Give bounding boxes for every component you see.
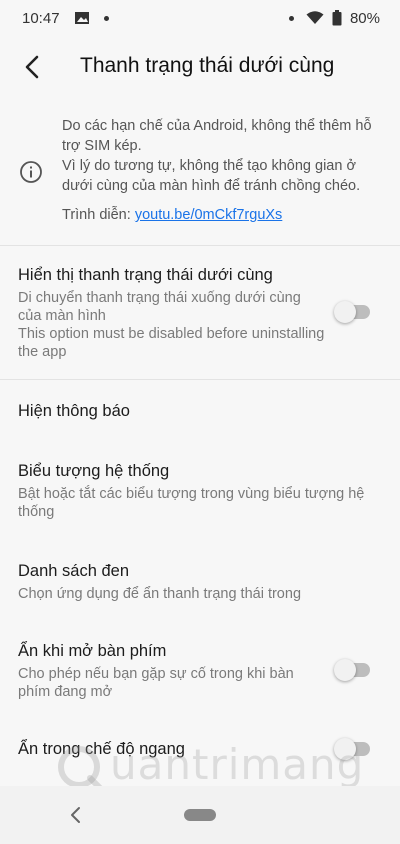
pref-summary: Chọn ứng dụng để ẩn thanh trạng thái tro…: [18, 586, 302, 602]
battery-icon: [332, 10, 342, 26]
demo-link[interactable]: youtu.be/0mCkf7rguXs: [135, 207, 283, 223]
watermark-text: uantrimang: [110, 740, 365, 789]
pref-blacklist[interactable]: Danh sách đen Chọn ứng dụng để ẩn thanh …: [18, 560, 368, 603]
pref-title: Ẩn khi mở bàn phím: [18, 642, 167, 660]
nav-home-pill[interactable]: [184, 809, 216, 821]
app-bar: Thanh trạng thái dưới cùng: [0, 36, 400, 98]
nav-back-icon[interactable]: [68, 806, 84, 824]
divider: [0, 379, 400, 380]
back-button[interactable]: [16, 51, 48, 83]
switch-thumb: [334, 659, 356, 681]
divider: [0, 245, 400, 246]
notice-link-label: Trình diễn:: [62, 207, 135, 223]
pref-hide-on-keyboard[interactable]: Ẩn khi mở bàn phím Cho phép nếu bạn gặp …: [18, 640, 318, 701]
notice-text-2: Vì lý do tương tự, không thể tạo không g…: [62, 158, 361, 194]
status-bar: 10:47 80%: [0, 0, 400, 36]
switch-thumb: [334, 301, 356, 323]
switch-show-bottom-status-bar[interactable]: [334, 301, 370, 323]
info-notice: Do các hạn chế của Android, không thể th…: [0, 110, 400, 236]
watermark-logo-icon: [58, 746, 103, 791]
dot-icon: [288, 15, 294, 21]
battery-percent: 80%: [349, 9, 380, 27]
pref-title: Hiện thông báo: [18, 402, 130, 420]
pref-title: Danh sách đen: [18, 562, 129, 580]
arrow-back-icon: [25, 55, 39, 79]
pref-show-bottom-status-bar[interactable]: Hiển thị thanh trạng thái dưới cùng Di c…: [18, 264, 328, 361]
pref-summary: Di chuyển thanh trạng thái xuống dưới cù…: [18, 290, 301, 324]
pref-summary-warning: This option must be disabled before unin…: [18, 326, 325, 360]
system-nav-bar: [0, 786, 400, 844]
pref-title: Hiển thị thanh trạng thái dưới cùng: [18, 266, 273, 284]
pref-system-icons[interactable]: Biểu tượng hệ thống Bật hoặc tắt các biể…: [18, 460, 368, 521]
pref-title: Biểu tượng hệ thống: [18, 462, 170, 480]
wifi-icon: [306, 11, 324, 24]
pref-summary: Bật hoặc tắt các biểu tượng trong vùng b…: [18, 486, 365, 520]
image-icon: [74, 12, 89, 24]
status-time: 10:47: [22, 9, 60, 27]
notification-dot-icon: [103, 15, 109, 21]
notice-text-1: Do các hạn chế của Android, không thể th…: [62, 118, 372, 154]
pref-show-notifications[interactable]: Hiện thông báo: [18, 400, 318, 422]
page-title: Thanh trạng thái dưới cùng: [80, 54, 335, 77]
pref-summary: Cho phép nếu bạn gặp sự cố trong khi bàn…: [18, 666, 294, 700]
switch-hide-on-keyboard[interactable]: [334, 659, 370, 681]
info-icon: [20, 161, 42, 183]
